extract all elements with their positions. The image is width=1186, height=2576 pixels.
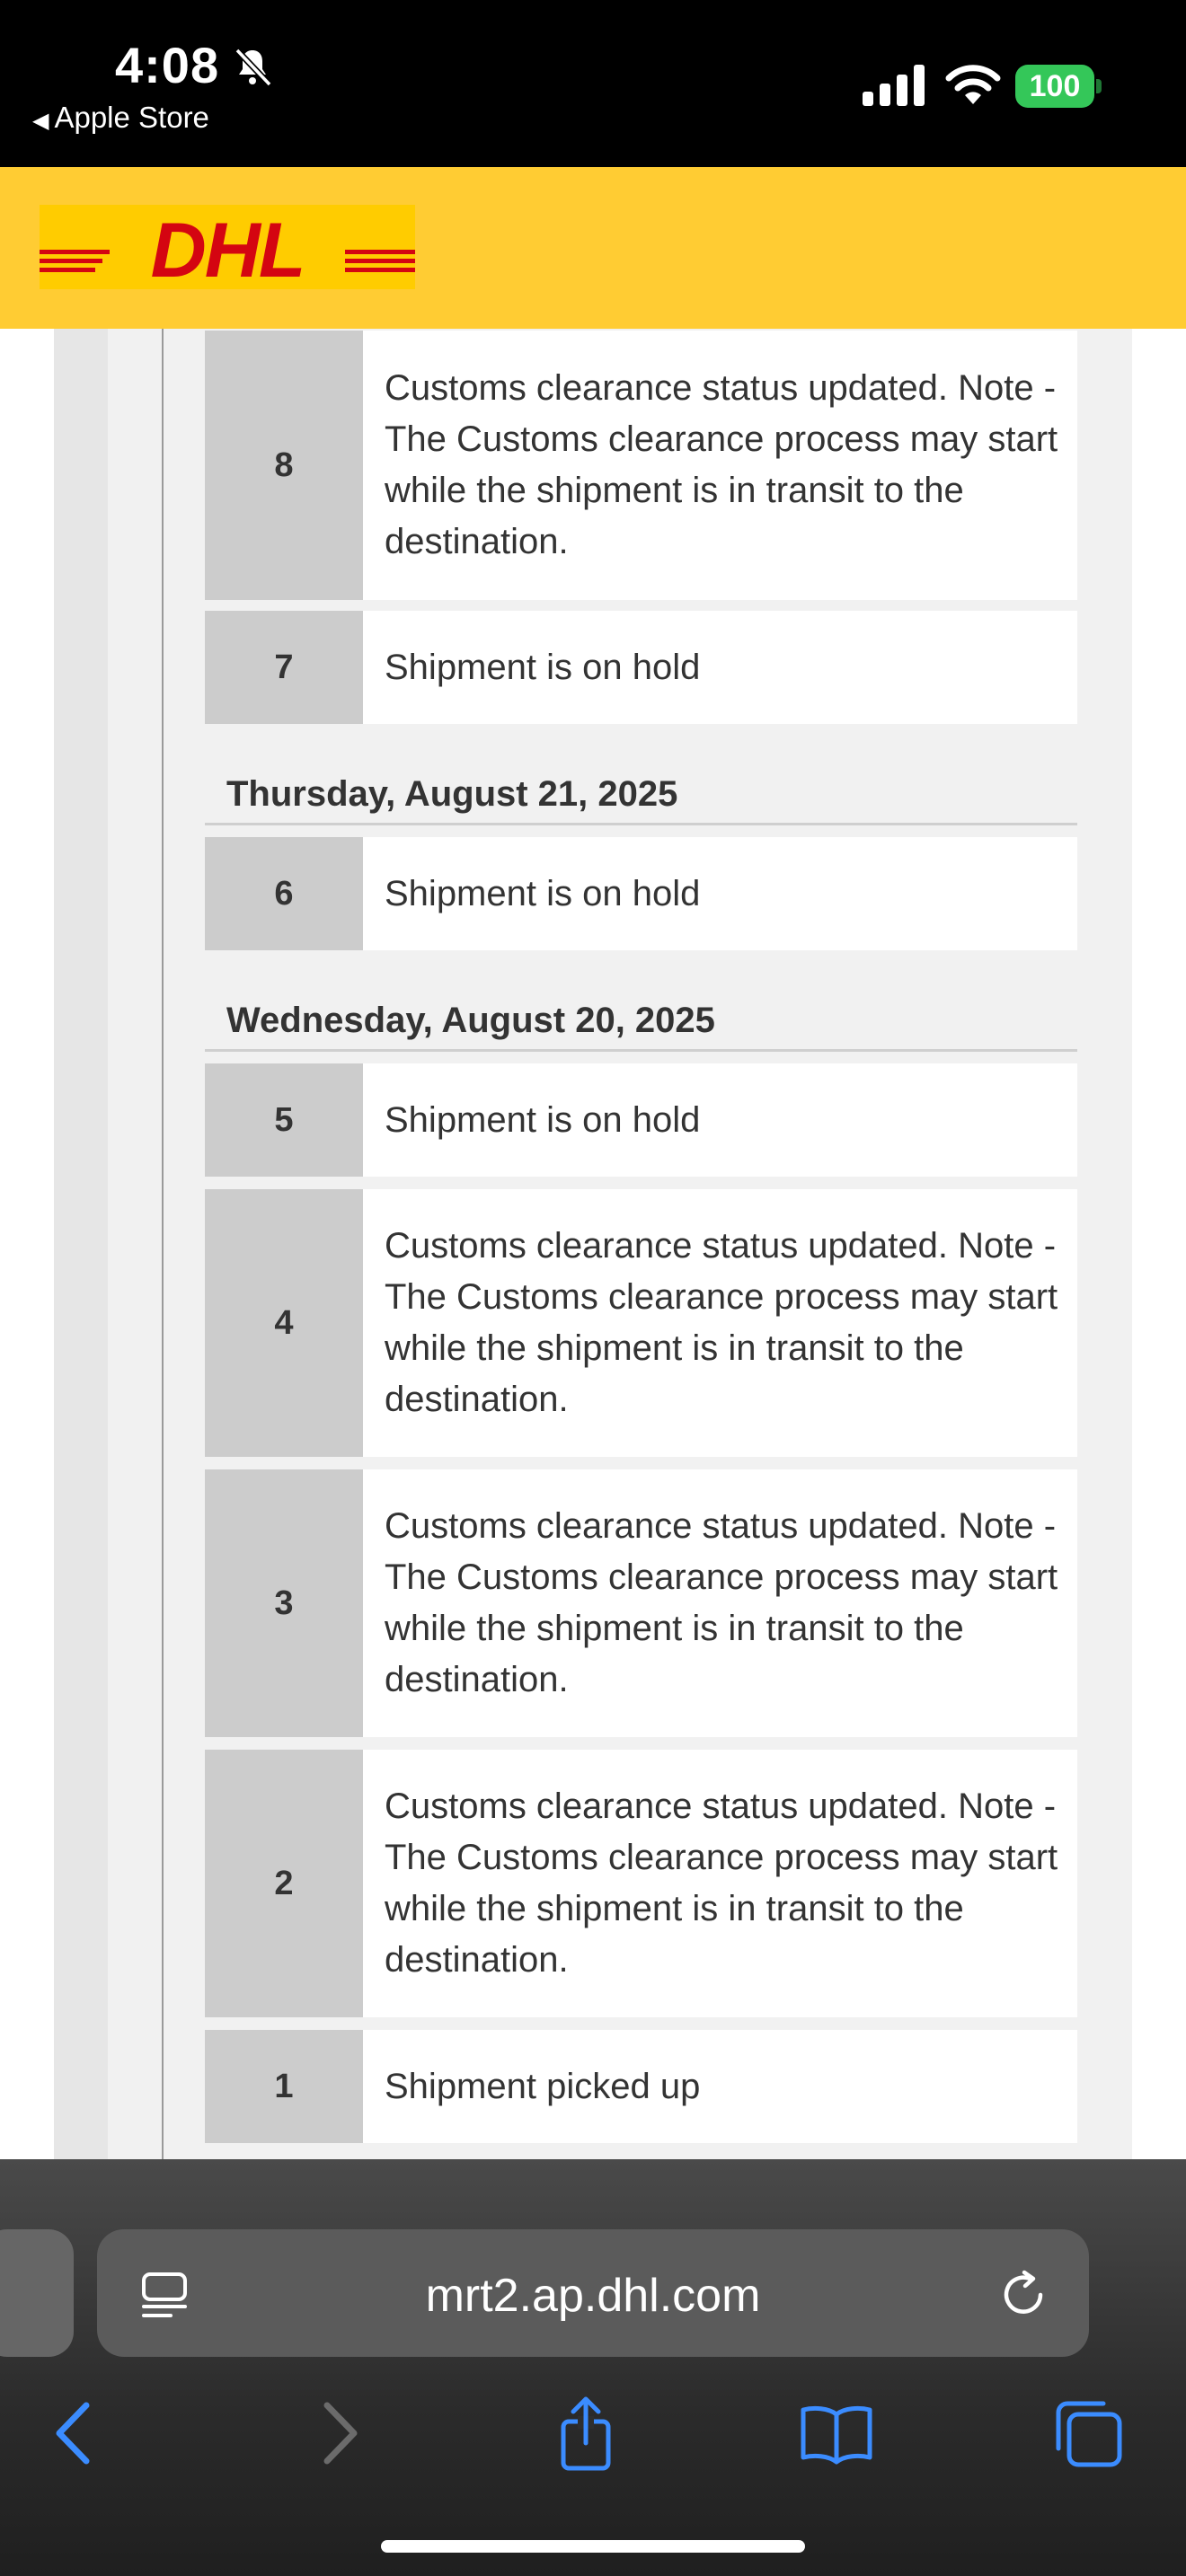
battery-icon: 100	[1015, 65, 1102, 108]
event-description: Shipment picked up	[363, 2030, 1077, 2143]
battery-level: 100	[1015, 65, 1094, 108]
silent-bell-icon	[235, 48, 272, 87]
forward-icon[interactable]	[296, 2393, 377, 2474]
event-description: Customs clearance status updated. Note -…	[363, 331, 1077, 600]
status-bar: 4:08 ◀ Apple Store 100	[0, 0, 1186, 167]
event-row: 2 Customs clearance status updated. Note…	[205, 1750, 1077, 2017]
event-row: 6 Shipment is on hold	[205, 837, 1077, 950]
tracking-content[interactable]: 8 Customs clearance status updated. Note…	[0, 329, 1186, 2159]
event-description: Customs clearance status updated. Note -…	[363, 1750, 1077, 2017]
reload-icon[interactable]	[996, 2267, 1051, 2323]
event-number: 5	[205, 1063, 363, 1177]
event-number: 1	[205, 2030, 363, 2143]
back-app-label: Apple Store	[54, 101, 209, 134]
event-row: 4 Customs clearance status updated. Note…	[205, 1189, 1077, 1457]
back-triangle-icon: ◀	[32, 109, 49, 133]
event-description: Shipment is on hold	[363, 1063, 1077, 1177]
event-row: 1 Shipment picked up	[205, 2030, 1077, 2143]
event-number: 2	[205, 1750, 363, 2017]
date-divider	[205, 1049, 1077, 1052]
event-number: 8	[205, 331, 363, 600]
dhl-logo-text: DHL	[151, 207, 305, 289]
url-text: mrt2.ap.dhl.com	[425, 2270, 761, 2322]
date-divider	[205, 823, 1077, 825]
browser-chrome: mrt2.ap.dhl.com	[0, 2159, 1186, 2576]
event-row: 7 Shipment is on hold	[205, 611, 1077, 724]
event-row: 8 Customs clearance status updated. Note…	[205, 331, 1077, 600]
event-description: Shipment is on hold	[363, 611, 1077, 724]
event-number: 7	[205, 611, 363, 724]
wifi-icon	[945, 65, 1001, 104]
cellular-signal-icon	[863, 65, 925, 106]
home-indicator[interactable]	[381, 2540, 805, 2553]
event-number: 3	[205, 1469, 363, 1737]
battery-nub	[1096, 79, 1102, 93]
event-description: Customs clearance status updated. Note -…	[363, 1469, 1077, 1737]
status-time: 4:08	[115, 37, 220, 93]
tabs-icon[interactable]	[1048, 2393, 1128, 2474]
event-number: 4	[205, 1189, 363, 1457]
event-row: 5 Shipment is on hold	[205, 1063, 1077, 1177]
dhl-header: DHL	[0, 167, 1186, 329]
share-icon[interactable]	[545, 2393, 626, 2474]
date-header: Wednesday, August 20, 2025	[226, 1001, 715, 1040]
event-row: 3 Customs clearance status updated. Note…	[205, 1469, 1077, 1737]
event-number: 6	[205, 837, 363, 950]
bookmarks-icon[interactable]	[796, 2393, 877, 2474]
event-description: Customs clearance status updated. Note -…	[363, 1189, 1077, 1457]
previous-tab-peek[interactable]	[0, 2229, 74, 2357]
event-description: Shipment is on hold	[363, 837, 1077, 950]
timeline-line	[162, 329, 164, 2159]
back-to-app-link[interactable]: ◀ Apple Store	[32, 101, 209, 135]
address-bar[interactable]: mrt2.ap.dhl.com	[97, 2229, 1089, 2357]
dhl-logo[interactable]: DHL	[40, 205, 415, 289]
date-header: Thursday, August 21, 2025	[226, 774, 678, 814]
back-icon[interactable]	[36, 2393, 117, 2474]
